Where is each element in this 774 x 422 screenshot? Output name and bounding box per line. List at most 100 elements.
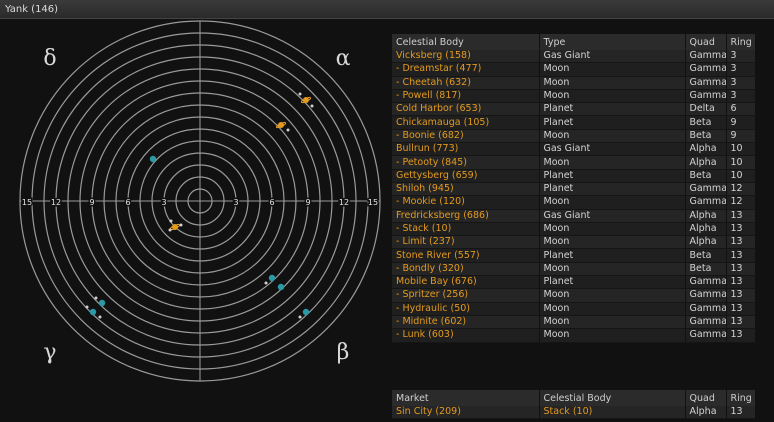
table-header-row: Celestial Body Type Quad Ring [392,34,756,50]
table-cell: Moon [539,222,686,237]
table-cell[interactable]: - Midnite (602) [392,315,540,330]
table-cell[interactable]: - Bondly (320) [392,262,540,277]
table-cell[interactable]: Sin City (209) [392,406,540,420]
moon-icon [298,92,302,96]
table-row[interactable]: Gettysberg (659) Planet Beta 10 [392,169,756,183]
table-cell: Gamma [685,76,727,90]
table-row[interactable]: - Spritzer (256) Moon Gamma 13 [392,288,756,303]
table-cell[interactable]: Vicksberg (158) [392,50,540,64]
table-cell[interactable]: - Mookie (120) [392,195,540,210]
table-cell[interactable]: - Cheetah (632) [392,76,540,90]
table-row[interactable]: - Bondly (320) Moon Beta 13 [392,262,756,277]
table-cell: Planet [539,182,686,197]
body-marker-shiloh[interactable] [89,308,97,316]
planet-icon [98,299,106,307]
body-marker-gettysberg[interactable] [277,283,285,291]
table-row[interactable]: Mobile Bay (676) Planet Gamma 13 [392,275,756,290]
table-cell: Planet [539,115,686,130]
column-header-celestial-body[interactable]: Celestial Body [539,390,686,406]
table-cell[interactable]: Stone River (557) [392,248,540,263]
table-cell: Beta [685,129,727,144]
ring-label: 9 [89,198,94,207]
table-cell: Moon [539,62,686,77]
table-cell: Planet [539,248,686,263]
table-cell[interactable]: Shiloh (945) [392,182,540,197]
table-cell: Moon [539,302,686,316]
body-marker-bullrun[interactable] [298,92,314,108]
column-header-type[interactable]: Type [539,34,686,50]
table-cell: Beta [685,115,727,130]
system-radar-map[interactable]: 15 12 9 6 3 3 6 9 12 15 δ α γ β [0,19,392,422]
market-table: Market Celestial Body Quad Ring Sin City… [392,390,756,420]
table-row[interactable]: - Limit (237) Moon Alpha 13 [392,235,756,250]
column-header-quad[interactable]: Quad [685,34,727,50]
table-row[interactable]: Fredricksberg (686) Gas Giant Alpha 13 [392,209,756,223]
table-row[interactable]: - Midnite (602) Moon Gamma 13 [392,315,756,330]
column-header-ring[interactable]: Ring [726,390,756,406]
table-cell[interactable]: - Spritzer (256) [392,288,540,303]
table-cell[interactable]: Gettysberg (659) [392,169,540,183]
table-cell: Alpha [685,406,727,420]
table-cell[interactable]: Mobile Bay (676) [392,275,540,290]
table-cell: Planet [539,169,686,183]
table-row[interactable]: Sin City (209) Stack (10) Alpha 13 [392,406,756,420]
table-row[interactable]: - Dreamstar (477) Moon Gamma 3 [392,62,756,77]
table-row[interactable]: Shiloh (945) Planet Gamma 12 [392,182,756,197]
table-cell[interactable]: - Powell (817) [392,89,540,104]
body-marker-chickamauga[interactable] [149,155,157,163]
table-cell: Moon [539,155,686,170]
ring-label: 12 [51,198,61,207]
table-cell[interactable]: - Stack (10) [392,222,540,237]
table-cell: Alpha [685,142,727,157]
table-cell[interactable]: Chickamauga (105) [392,115,540,130]
table-cell: Planet [539,102,686,117]
table-cell: 13 [726,302,756,316]
table-row[interactable]: Cold Harbor (653) Planet Delta 6 [392,102,756,117]
table-cell[interactable]: - Dreamstar (477) [392,62,540,77]
table-row[interactable]: - Lunk (603) Moon Gamma 13 [392,328,756,343]
table-cell: Moon [539,89,686,104]
table-cell: Moon [539,288,686,303]
body-marker-vicksberg[interactable] [168,219,183,232]
table-cell[interactable]: - Limit (237) [392,235,540,250]
table-cell[interactable]: Cold Harbor (653) [392,102,540,117]
moon-icon [85,305,89,309]
table-cell: 13 [726,222,756,237]
celestial-body-table: Celestial Body Type Quad Ring Vicksberg … [392,34,756,343]
table-cell: 13 [726,209,756,223]
column-header-celestial-body[interactable]: Celestial Body [392,34,540,50]
column-header-quad[interactable]: Quad [685,390,727,406]
table-cell: 10 [726,155,756,170]
table-row[interactable]: Stone River (557) Planet Beta 13 [392,248,756,263]
table-row[interactable]: Chickamauga (105) Planet Beta 9 [392,115,756,130]
table-row[interactable]: Vicksberg (158) Gas Giant Gamma 3 [392,50,756,64]
table-cell: 13 [726,248,756,263]
table-cell: 13 [726,235,756,250]
table-cell[interactable]: - Lunk (603) [392,328,540,343]
table-row[interactable]: - Powell (817) Moon Gamma 3 [392,89,756,104]
table-row[interactable]: - Hydraulic (50) Moon Gamma 13 [392,302,756,316]
table-row[interactable]: - Boonie (682) Moon Beta 9 [392,129,756,144]
table-row[interactable]: - Stack (10) Moon Alpha 13 [392,222,756,237]
table-cell[interactable]: Fredricksberg (686) [392,209,540,223]
table-cell: 3 [726,50,756,64]
table-row[interactable]: - Petooty (845) Moon Alpha 10 [392,155,756,170]
table-cell: 3 [726,62,756,77]
table-cell: Alpha [685,222,727,237]
table-cell[interactable]: - Hydraulic (50) [392,302,540,316]
table-row[interactable]: - Mookie (120) Moon Gamma 12 [392,195,756,210]
table-cell[interactable]: Bullrun (773) [392,142,540,157]
table-cell[interactable]: Stack (10) [539,406,686,420]
table-cell: Gamma [685,302,727,316]
column-header-ring[interactable]: Ring [726,34,756,50]
table-cell[interactable]: - Boonie (682) [392,129,540,144]
table-row[interactable]: Bullrun (773) Gas Giant Alpha 10 [392,142,756,157]
ring-label: 3 [161,198,166,207]
column-header-market[interactable]: Market [392,390,540,406]
table-cell: Delta [685,102,727,117]
table-cell: Gamma [685,288,727,303]
table-cell[interactable]: - Petooty (845) [392,155,540,170]
table-cell: 13 [726,328,756,343]
ring-label: 12 [339,198,349,207]
table-row[interactable]: - Cheetah (632) Moon Gamma 3 [392,76,756,90]
